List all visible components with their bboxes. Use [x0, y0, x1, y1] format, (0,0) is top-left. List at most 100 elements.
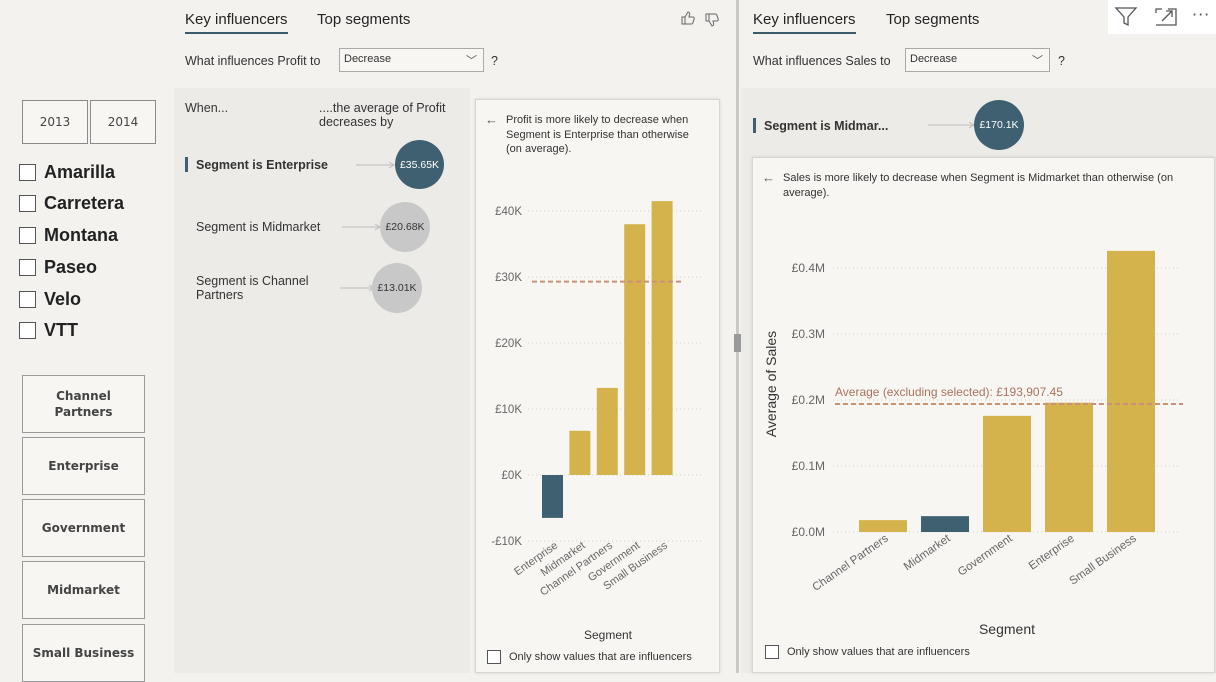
influencer-row-enterprise[interactable]: Segment is Enterprise: [196, 158, 328, 172]
sales-segment-chart: £0.0M £0.1M £0.2M £0.3M £0.4M Channel Partner…: [763, 250, 1183, 637]
y-tick-label: £0.1M: [792, 459, 825, 473]
bar-enterprise: [542, 475, 563, 518]
profit-detail-text: Profit is more likely to decrease when S…: [506, 114, 689, 155]
product-label: Amarilla: [44, 162, 116, 182]
x-tick-label: Government: [956, 532, 1015, 579]
question-mark: ?: [491, 54, 498, 68]
y-tick-label: £0.0M: [792, 525, 825, 539]
segment-button-government[interactable]: Government: [22, 499, 145, 557]
when-header: When...: [185, 101, 229, 115]
profit-direction-dropdown[interactable]: Decrease ﹀: [339, 48, 484, 72]
segment-button-midmarket[interactable]: Midmarket: [22, 561, 145, 619]
influencer-row-midmarket-sales[interactable]: Segment is Midmar...: [764, 119, 888, 133]
back-arrow-icon[interactable]: ←: [762, 170, 775, 186]
bar-midmarket: [569, 430, 591, 475]
y-axis-title: Average of Sales: [763, 331, 779, 437]
dropdown-value: Decrease: [344, 53, 392, 65]
bar-government: [624, 224, 646, 475]
product-label: Paseo: [44, 257, 98, 277]
more-options-icon[interactable]: ···: [1192, 5, 1210, 24]
average-label: Average (excluding selected): £193,907.4…: [835, 385, 1063, 399]
filter-icon[interactable]: [1114, 6, 1138, 28]
x-tick-label: Midmarket: [902, 532, 954, 573]
year-button-2013[interactable]: 2013: [22, 100, 88, 144]
bar-channel-partners: [859, 520, 907, 532]
bar-midmarket: [921, 516, 969, 532]
tab-key-influencers-sales[interactable]: Key influencers: [753, 11, 856, 34]
back-arrow-icon[interactable]: ←: [485, 112, 498, 128]
year-button-2014[interactable]: 2014: [90, 100, 156, 144]
thumbs-up-icon[interactable]: [680, 10, 696, 26]
checkbox-icon: [19, 195, 36, 212]
bar-enterprise: [1045, 402, 1093, 532]
connector-arrow: [340, 284, 375, 292]
y-tick-label: £20K: [495, 338, 522, 350]
influencer-bubble-midmarket[interactable]: £20.68K: [380, 202, 430, 252]
influencer-bubble-midmarket-sales[interactable]: £170.1K: [974, 100, 1024, 150]
thumbs-down-icon[interactable]: [704, 12, 720, 28]
product-checkbox-amarilla[interactable]: Amarilla: [19, 162, 115, 183]
profit-segment-chart: -£10K£0K£10K£20K£30K£40KEnterpriseMidmar…: [491, 201, 704, 642]
tab-top-segments-profit[interactable]: Top segments: [317, 11, 410, 28]
product-checkbox-velo[interactable]: Velo: [19, 289, 81, 310]
connector-arrow: [356, 161, 395, 169]
question-profit: What influences Profit to: [185, 54, 321, 68]
y-tick-label: £0K: [502, 470, 523, 482]
selected-indicator: [185, 157, 188, 172]
expand-icon[interactable]: [1154, 7, 1178, 27]
x-tick-label: Small Business: [1067, 532, 1138, 587]
sales-detail-text: Sales is more likely to decrease when Se…: [783, 172, 1174, 199]
product-label: VTT: [44, 320, 78, 340]
checkbox-icon: [19, 322, 36, 339]
bar-small-business: [651, 201, 673, 475]
y-tick-label: £0.3M: [792, 327, 825, 341]
checkbox-icon: [19, 227, 36, 244]
tab-key-influencers-profit[interactable]: Key influencers: [185, 11, 288, 34]
question-sales: What influences Sales to: [753, 54, 891, 68]
influencer-row-midmarket[interactable]: Segment is Midmarket: [196, 220, 320, 234]
connector-arrow: [342, 223, 381, 231]
x-tick-label: Enterprise: [1027, 533, 1077, 573]
product-label: Carretera: [44, 193, 125, 213]
influencer-bubble-channel-partners[interactable]: £13.01K: [372, 263, 422, 313]
dropdown-value: Decrease: [910, 53, 958, 65]
checkbox-icon: [19, 164, 36, 181]
tab-top-segments-sales[interactable]: Top segments: [886, 11, 979, 28]
product-checkbox-paseo[interactable]: Paseo: [19, 257, 97, 278]
x-axis-title: Segment: [584, 628, 633, 642]
segment-button-channel-partners[interactable]: Channel Partners: [22, 375, 145, 433]
average-header: ....the average of Profit decreases by: [319, 101, 446, 129]
product-label: Montana: [44, 225, 118, 245]
checkbox-icon: [487, 650, 501, 665]
chevron-down-icon: ﹀: [1032, 55, 1043, 67]
checkbox-icon: [765, 645, 779, 660]
bar-channel-partners: [596, 387, 618, 475]
product-checkbox-montana[interactable]: Montana: [19, 225, 118, 246]
checkbox-icon: [19, 259, 36, 276]
product-checkbox-vtt[interactable]: VTT: [19, 320, 78, 341]
question-mark: ?: [1058, 54, 1065, 68]
bar-government: [983, 415, 1031, 532]
x-axis-title: Segment: [979, 621, 1035, 637]
divider-handle[interactable]: [734, 334, 741, 352]
bar-small-business: [1107, 250, 1155, 532]
y-tick-label: £0.4M: [792, 261, 825, 275]
selected-indicator: [753, 118, 756, 133]
only-influencers-toggle-sales[interactable]: Only show values that are influencers: [765, 645, 970, 660]
y-tick-label: £30K: [495, 272, 522, 284]
influencer-row-channel-partners[interactable]: Segment is Channel Partners: [196, 274, 326, 302]
y-tick-label: £40K: [495, 206, 522, 218]
product-checkbox-carretera[interactable]: Carretera: [19, 193, 124, 214]
influencer-bubble-enterprise[interactable]: £35.65K: [395, 140, 444, 189]
y-tick-label: -£10K: [491, 536, 522, 548]
only-influencers-label: Only show values that are influencers: [787, 646, 970, 658]
sales-direction-dropdown[interactable]: Decrease ﹀: [905, 48, 1050, 72]
x-tick-label: Channel Partners: [811, 532, 891, 593]
y-tick-label: £0.2M: [792, 393, 825, 407]
segment-button-small-business[interactable]: Small Business: [22, 624, 145, 682]
segment-button-enterprise[interactable]: Enterprise: [22, 437, 145, 495]
only-influencers-toggle-profit[interactable]: Only show values that are influencers: [487, 650, 692, 665]
connector-arrow: [928, 121, 975, 129]
product-label: Velo: [44, 289, 82, 309]
chevron-down-icon: ﹀: [466, 55, 477, 67]
